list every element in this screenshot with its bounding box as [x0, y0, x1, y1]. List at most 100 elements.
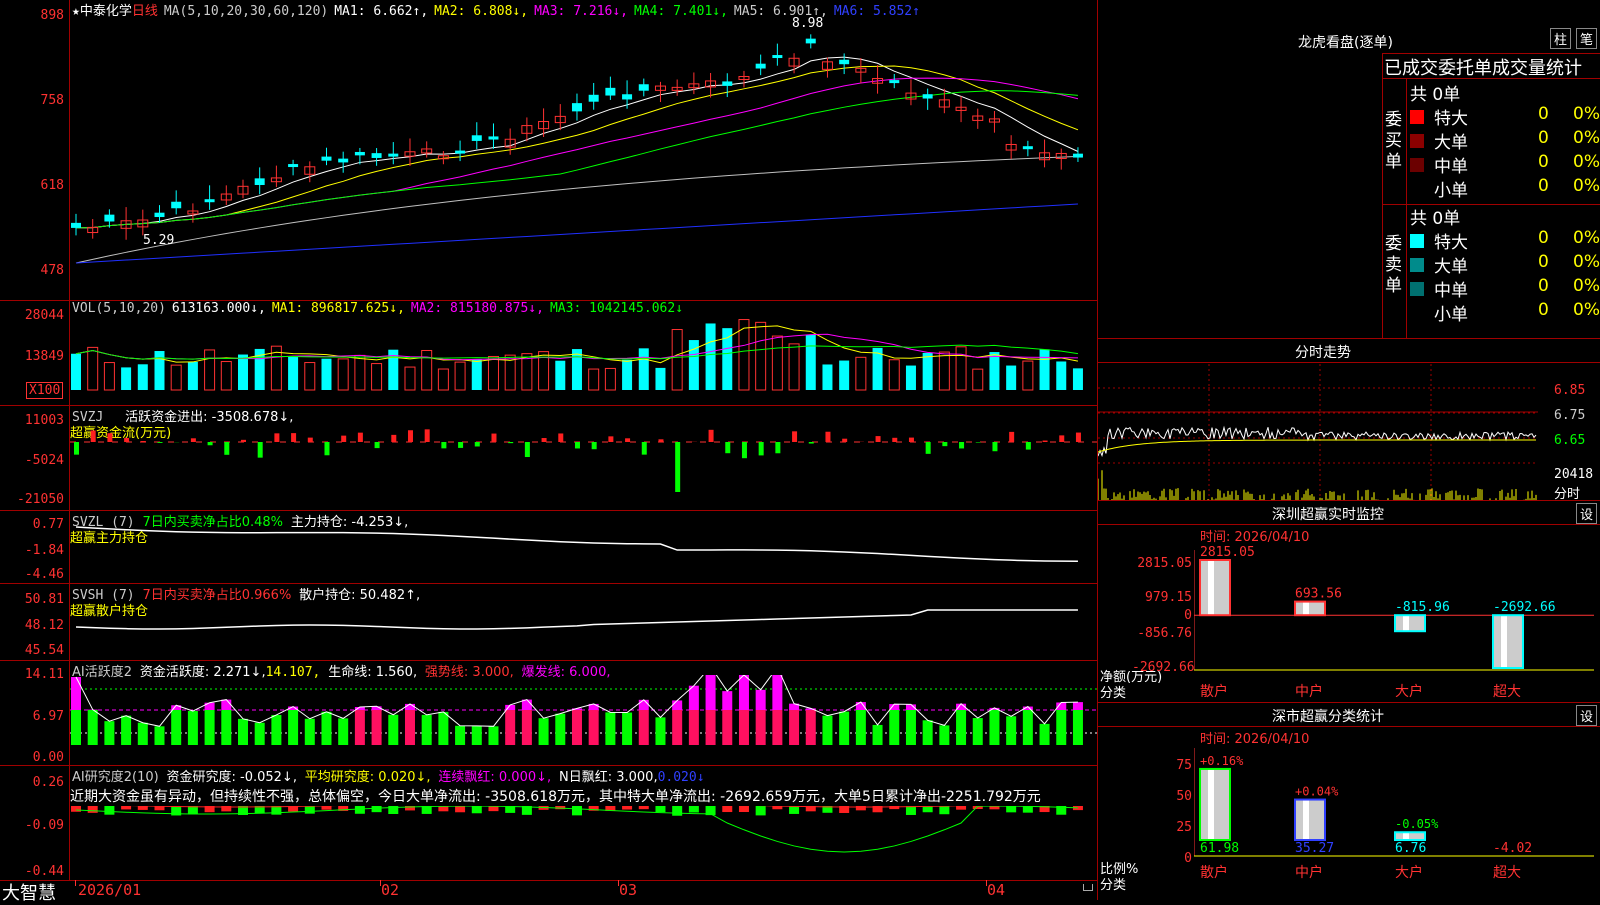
intraday-title: 分时走势: [1098, 342, 1548, 362]
flow-bar: [892, 438, 897, 442]
research-bar: [422, 806, 432, 814]
stat-category-label: 中户: [1295, 864, 1323, 881]
flow-bar: [408, 430, 413, 442]
monitor-category-label: 散户: [1200, 683, 1228, 700]
svzl-tick: -4.46: [0, 567, 64, 582]
vol-bar: [605, 368, 615, 390]
flow-bar: [926, 442, 931, 454]
period-label[interactable]: 日线: [132, 4, 158, 19]
research-bar: [305, 806, 315, 814]
vol-bar: [488, 356, 498, 390]
flow-bar: [208, 442, 213, 445]
active-bar: [305, 719, 315, 745]
stat-settings-button[interactable]: 设: [1576, 705, 1597, 726]
candle-body: [455, 151, 465, 154]
vol-bar: [338, 359, 348, 390]
research-bar: [655, 806, 665, 812]
active-bar: [1023, 710, 1033, 745]
active-bar: [939, 725, 949, 745]
flow-bar: [558, 433, 563, 442]
active-bar: [555, 714, 565, 745]
vol-unit-button[interactable]: X100: [26, 382, 63, 399]
column-view-button[interactable]: 柱: [1550, 28, 1571, 49]
active-bar: [388, 715, 398, 745]
buy-row-value: 0: [1538, 104, 1549, 124]
right-panel: 龙虎看盘(逐单) 柱 笔 已成交委托单成交量统计 委买单 共 0单 特大 0 0…: [1098, 0, 1600, 900]
research-bar: [572, 806, 582, 815]
research-bar: [906, 806, 916, 815]
stat-chart: +0.16%61.98散户+0.04%35.27中户-0.05%6.76大户-4…: [1194, 744, 1594, 900]
sell-row-value: 0: [1538, 300, 1549, 320]
buy-row-xl-swatch: [1410, 110, 1424, 124]
vol-bar: [422, 350, 432, 390]
buy-row-label: 小单: [1434, 176, 1468, 201]
buy-row-label: 大单: [1434, 128, 1468, 153]
vol-bar: [906, 366, 916, 390]
monitor-category-label: 大户: [1395, 683, 1423, 700]
sell-row-l-swatch: [1410, 258, 1424, 272]
active-bar: [71, 710, 81, 745]
buy-row-pct: 0%: [1573, 152, 1600, 172]
active-bar: [672, 710, 682, 745]
active-bar: [205, 710, 215, 745]
stat-value-label: 35.27: [1295, 841, 1334, 856]
vol-bar: [789, 344, 799, 390]
flow-bar: [508, 442, 513, 443]
research-bar: [1023, 806, 1033, 813]
svsh-chart: [70, 600, 1097, 660]
vol-bar: [238, 355, 248, 390]
flow-bar: [191, 438, 196, 442]
sell-row-label: 小单: [1434, 300, 1468, 325]
vol-bar: [138, 364, 148, 390]
flow-bar: [842, 439, 847, 442]
vol-bar: [1040, 349, 1050, 390]
buy-total: 共 0单: [1410, 80, 1460, 105]
monitor-value-label: 2815.05: [1200, 545, 1255, 560]
buy-row-pct: 0%: [1573, 104, 1600, 124]
active-bar: [756, 690, 766, 710]
ma6-value: MA6: 5.852↑: [834, 4, 920, 19]
stat-bar-highlight: [1303, 800, 1309, 840]
flow-bar: [909, 438, 914, 442]
candle-body: [472, 135, 482, 141]
flow-bar: [274, 433, 279, 442]
sell-row-xl-swatch: [1410, 234, 1424, 248]
stats-divider: [1382, 78, 1600, 79]
vol-bar: [121, 367, 131, 390]
chart-area[interactable]: ★中泰化学日线MA(5,10,20,30,60,120)MA1: 6.662↑,…: [0, 0, 1098, 900]
side-divider: [1406, 78, 1407, 338]
monitor-settings-button[interactable]: 设: [1576, 503, 1597, 524]
ma3-value: MA3: 7.216↓,: [534, 4, 628, 19]
x-label: 02: [381, 881, 399, 899]
flow-bar: [74, 442, 79, 455]
stat-bar-highlight: [1208, 769, 1214, 840]
candle-body: [205, 199, 215, 202]
star-icon[interactable]: ★: [72, 4, 80, 19]
active-bar: [572, 710, 582, 745]
candle-body: [355, 152, 365, 155]
monitor-xlabel: 分类: [1100, 682, 1126, 701]
x-label: 03: [619, 881, 637, 899]
svsh-tick: 50.81: [0, 592, 64, 607]
intraday-chart[interactable]: [1098, 364, 1538, 500]
kline-chart[interactable]: [70, 18, 1097, 300]
buy-row-m-swatch: [1410, 158, 1424, 172]
candle-body: [589, 95, 599, 102]
price-line: [1098, 427, 1536, 456]
stats-subheader: 已成交委托单成交量统计: [1384, 54, 1582, 80]
sell-row-label: 中单: [1434, 276, 1468, 301]
stock-name[interactable]: 中泰化学: [80, 4, 132, 19]
buy-row-pct: 0%: [1573, 176, 1600, 196]
flow-bar: [308, 438, 313, 442]
research-bar: [939, 806, 949, 814]
flow-bar: [959, 442, 964, 448]
active-bar: [605, 712, 615, 745]
research-bar: [756, 806, 766, 815]
position-line: [76, 527, 1078, 561]
candle-body: [71, 223, 81, 228]
svzj-tick: -21050: [0, 492, 64, 507]
tick-view-button[interactable]: 笔: [1576, 28, 1597, 49]
candle-body: [1023, 146, 1033, 149]
lock-icon[interactable]: [1083, 884, 1093, 891]
active-bar: [138, 723, 148, 745]
